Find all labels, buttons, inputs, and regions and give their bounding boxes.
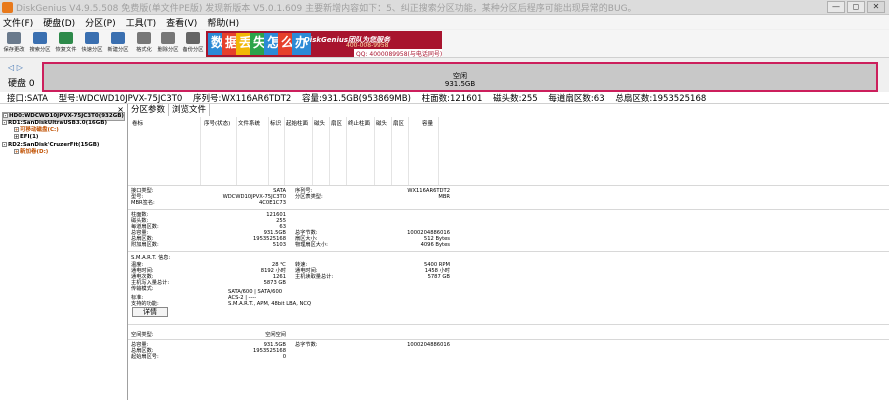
menu-help[interactable]: 帮助(H) <box>207 16 239 29</box>
col-header: 序号(状态) <box>204 121 231 127</box>
detail-value: 4096 Bytes <box>420 242 450 248</box>
detail-value: 空闲空间 <box>265 332 286 338</box>
new-partition-icon <box>111 32 125 44</box>
detail-value: MBR <box>438 194 450 200</box>
col-header: 文件系统 <box>238 121 261 127</box>
col-header: 扇区 <box>331 121 343 127</box>
info-model: 型号:WDCWD10JPVX-75JC3T0 <box>58 94 183 104</box>
expand-icon[interactable]: - <box>3 113 8 118</box>
tree-item-removable-c[interactable]: + 可移动磁盘(C:) <box>14 127 59 134</box>
menu-bar: 文件(F) 硬盘(D) 分区(P) 工具(T) 查看(V) 帮助(H) <box>0 15 889 29</box>
main-panel: 分区参数 浏览文件 卷标 序号(状态) 文件系统 标识 起始柱面 磁头 扇区 终… <box>128 104 889 400</box>
maximize-button[interactable]: ◻ <box>847 1 865 13</box>
menu-partition[interactable]: 分区(P) <box>85 16 115 29</box>
detail-value: S.M.A.R.T., APM, 48bit LBA, NCQ <box>228 301 312 307</box>
info-serial: 序列号:WX116AR6TDT2 <box>193 94 292 104</box>
expand-icon[interactable]: + <box>14 149 19 154</box>
save-changes-button[interactable]: 保存更改 <box>2 31 26 57</box>
detail-label: 分区表类型: <box>295 194 323 200</box>
col-header: 卷标 <box>132 121 144 127</box>
banner-qq: QQ: 4000089958(与电话同号) <box>354 49 442 57</box>
window-title: DiskGenius V4.9.5.508 免费版(单文件PE版) 发现新版本 … <box>16 3 637 14</box>
quick-partition-icon <box>85 32 99 44</box>
quick-partition-button[interactable]: 快速分区 <box>80 31 104 57</box>
col-header: 磁头 <box>376 121 388 127</box>
tab-strip: 分区参数 浏览文件 <box>128 104 211 116</box>
detail-value: 0 <box>282 354 286 360</box>
detail-value: 5787 GB <box>427 274 450 280</box>
detail-label: 传输模式: <box>131 286 154 292</box>
backup-partition-button[interactable]: 备份分区 <box>181 31 205 57</box>
col-header: 终止柱面 <box>348 121 371 127</box>
info-sectors-per-track: 每道扇区数:63 <box>548 94 605 104</box>
expand-icon[interactable]: - <box>2 142 7 147</box>
info-total-sectors: 总扇区数:1953525168 <box>615 94 707 104</box>
expand-icon[interactable]: - <box>2 120 7 125</box>
recover-icon <box>59 32 73 44</box>
col-header: 容量 <box>422 121 434 127</box>
tab-browse-files[interactable]: 浏览文件 <box>169 104 211 116</box>
window-controls: — ◻ ✕ <box>827 1 885 13</box>
close-button[interactable]: ✕ <box>867 1 885 13</box>
detail-label: 总字节数: <box>295 342 318 348</box>
detail-label: MBR签名: <box>131 200 155 206</box>
backup-icon <box>186 32 200 44</box>
delete-partition-button[interactable]: 删除分区 <box>156 31 180 57</box>
disk-label: 硬盘 0 <box>8 79 35 89</box>
col-header: 起始柱面 <box>286 121 309 127</box>
detail-label: 附加扇区数: <box>131 242 159 248</box>
info-heads: 磁头数:255 <box>493 94 538 104</box>
save-icon <box>7 32 21 44</box>
info-interface: 接口:SATA <box>7 94 48 104</box>
tree-item-efi[interactable]: + EFI(1) <box>14 134 38 141</box>
expand-icon[interactable]: + <box>14 134 19 139</box>
smart-title: S.M.A.R.T. 信息: <box>131 255 171 261</box>
detail-label: 主机读取量总计: <box>295 274 334 280</box>
detail-label: 物理扇区大小: <box>295 242 328 248</box>
disk-tree-panel: × - HD0:WDCWD10JPVX-75JC3T0(932GB) - RD1:S… <box>0 104 128 400</box>
search-icon <box>33 32 47 44</box>
delete-partition-icon <box>161 32 175 44</box>
detail-value: 5873 GB <box>263 280 286 286</box>
detail-label: 起始扇区号: <box>131 354 159 360</box>
format-icon <box>137 32 151 44</box>
detail-label: 空间类型: <box>131 332 154 338</box>
free-space-label: 空闲 <box>453 72 467 80</box>
col-header: 磁头 <box>314 121 326 127</box>
info-cylinders: 柱面数:121601 <box>421 94 483 104</box>
disk-nav-arrows[interactable]: ◁ ▷ <box>8 63 23 72</box>
menu-disk[interactable]: 硬盘(D) <box>43 16 75 29</box>
details-button[interactable]: 详情 <box>132 307 168 317</box>
minimize-button[interactable]: — <box>827 1 845 13</box>
recover-files-button[interactable]: 恢复文件 <box>54 31 78 57</box>
promo-banner[interactable]: 数 据 丢 失 怎 么 办 DiskGenius团队为您服务 400-008-9… <box>206 31 442 57</box>
disk-partition-map[interactable]: 空闲 931.5GB <box>42 62 878 92</box>
search-partition-button[interactable]: 搜索分区 <box>28 31 52 57</box>
tree-item-new-volume-d[interactable]: + 新加卷(D:) <box>14 149 48 156</box>
menu-file[interactable]: 文件(F) <box>3 16 33 29</box>
free-space-size: 931.5GB <box>444 80 476 88</box>
disk-info-line: 接口:SATA 型号:WDCWD10JPVX-75JC3T0 序列号:WX116… <box>0 92 889 104</box>
banner-phone: 400-008-9958 <box>346 42 389 49</box>
title-bar: DiskGenius V4.9.5.508 免费版(单文件PE版) 发现新版本 … <box>0 0 889 15</box>
detail-value: 4C0E1C73 <box>258 200 286 206</box>
partition-table: 卷标 序号(状态) 文件系统 标识 起始柱面 磁头 扇区 终止柱面 磁头 扇区 … <box>130 117 760 185</box>
col-header: 标识 <box>270 121 282 127</box>
format-button[interactable]: 格式化 <box>132 31 156 57</box>
tab-partition-params[interactable]: 分区参数 <box>128 104 170 116</box>
disk-bar: ◁ ▷ 硬盘 0 空闲 931.5GB <box>0 58 889 92</box>
detail-value: 1000204886016 <box>407 342 450 348</box>
app-logo-icon <box>2 1 13 13</box>
col-header: 扇区 <box>393 121 405 127</box>
tree-item-rd1[interactable]: - RD1:SanDiskUltraUSB3.0(16GB) <box>2 120 107 127</box>
tree-item-rd2[interactable]: - RD2:SanDisk'CruzerFit(15GB) <box>2 142 99 149</box>
menu-tools[interactable]: 工具(T) <box>126 16 157 29</box>
toolbar: 保存更改 搜索分区 恢复文件 快速分区 新建分区 格式化 删除分区 备份分区 <box>0 30 889 58</box>
new-partition-button[interactable]: 新建分区 <box>106 31 130 57</box>
menu-view[interactable]: 查看(V) <box>166 16 197 29</box>
detail-value: 5103 <box>272 242 286 248</box>
info-capacity: 容量:931.5GB(953869MB) <box>302 94 411 104</box>
expand-icon[interactable]: + <box>14 127 19 132</box>
